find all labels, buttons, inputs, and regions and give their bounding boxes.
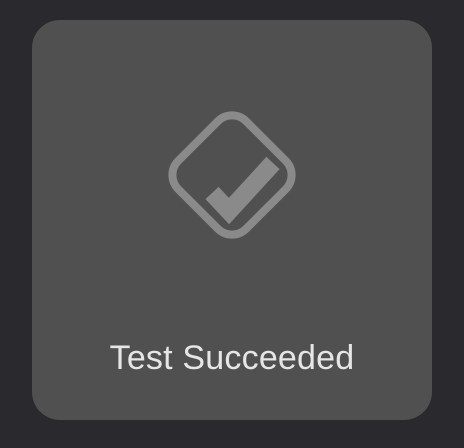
hud-message: Test Succeeded <box>109 339 355 377</box>
test-result-hud: Test Succeeded <box>32 20 432 420</box>
checkmark-diamond-icon <box>157 95 307 305</box>
